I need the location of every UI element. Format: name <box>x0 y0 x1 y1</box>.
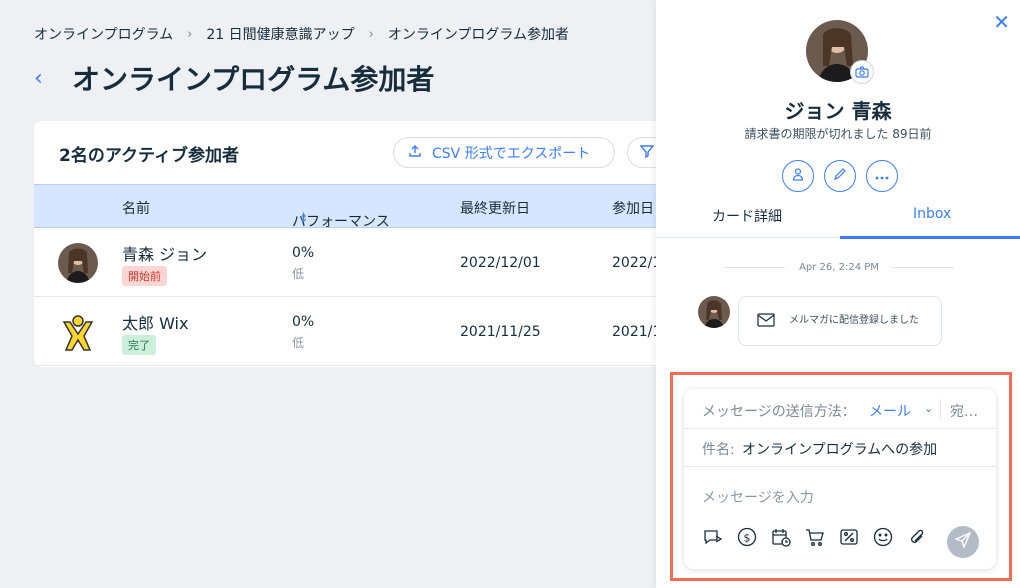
message-composer: メッセージの送信方法： メール ⌄ 宛… 件名: オンラインプログラムへの参加 … <box>684 389 996 569</box>
status-badge: 完了 <box>122 335 156 355</box>
back-arrow-icon[interactable]: ‹ <box>34 66 56 91</box>
chevron-right-icon: › <box>187 26 193 42</box>
person-icon <box>791 167 805 185</box>
export-csv-button[interactable]: CSV 形式でエクスポート <box>393 137 615 168</box>
performance-value: 0% <box>292 314 315 330</box>
joined-date: 2021/1 <box>612 324 656 340</box>
send-icon <box>954 531 972 552</box>
activity-message: メルマガに配信登録しました <box>738 296 942 346</box>
attachment-icon[interactable] <box>906 526 928 548</box>
performance-value: 0% <box>292 245 315 261</box>
participant-name: 青森 ジョン <box>122 245 208 264</box>
breadcrumb-item-program[interactable]: 21 日間健康意識アップ <box>206 24 354 44</box>
card-title: 2名のアクティブ参加者 <box>59 146 239 166</box>
last-updated: 2021/11/25 <box>460 324 541 340</box>
sort-down-icon: ↓ <box>298 211 309 226</box>
breadcrumb-item-current: オンラインプログラム参加者 <box>387 27 570 43</box>
upload-icon <box>408 144 422 162</box>
table-row[interactable]: 太郎 Wix 完了 0% 低 2021/11/25 2021/1 <box>34 297 656 366</box>
camera-icon <box>855 63 869 82</box>
chevron-down-icon[interactable]: ⌄ <box>924 402 933 415</box>
calendar-icon[interactable] <box>770 526 792 548</box>
wix-mascot-avatar <box>58 312 98 352</box>
avatar <box>698 296 730 328</box>
send-button[interactable] <box>947 526 979 558</box>
page-title: オンラインプログラム参加者 <box>72 63 435 96</box>
participants-card: 2名のアクティブ参加者 CSV 形式でエクスポート 名前 パフォーマンス ↓ 最終… <box>34 121 656 367</box>
subject-label: 件名: <box>702 442 735 458</box>
last-updated: 2022/12/01 <box>460 255 541 271</box>
main-area: オンラインプログラム › 21 日間健康意識アップ › オンラインプログラム参加… <box>0 0 656 588</box>
contact-name: ジョン 青森 <box>784 99 892 123</box>
contact-panel: ✕ ジョン 青森 請求書の期限が切れました 89日前 カード詳細 Inbox A… <box>656 0 1020 588</box>
pencil-icon <box>833 167 847 185</box>
contact-status: 請求書の期限が切れました 89日前 <box>744 127 932 141</box>
active-tab-indicator <box>840 236 1020 239</box>
send-method-select[interactable]: メール <box>869 401 911 421</box>
emoji-icon[interactable] <box>872 526 894 548</box>
table-header: 名前 パフォーマンス ↓ 最終更新日 参加日 <box>34 184 656 230</box>
camera-button[interactable] <box>850 60 874 84</box>
subject-field[interactable]: オンラインプログラムへの参加 <box>742 439 937 459</box>
joined-date: 2022/1 <box>612 255 656 271</box>
card-header: 2名のアクティブ参加者 CSV 形式でエクスポート <box>34 121 656 184</box>
svg-text:$: $ <box>744 532 751 545</box>
divider-line <box>724 267 786 268</box>
recipient-field[interactable]: 宛… <box>950 401 978 421</box>
mail-icon <box>757 312 775 331</box>
filter-button[interactable] <box>627 137 656 168</box>
send-method-row: メッセージの送信方法： メール ⌄ 宛… <box>684 389 996 429</box>
participant-name: 太郎 Wix <box>122 314 189 333</box>
cart-icon[interactable] <box>804 526 826 548</box>
title-row: ‹ オンラインプログラム参加者 <box>34 58 434 98</box>
column-header-name[interactable]: 名前 <box>122 198 150 218</box>
coupon-icon[interactable] <box>838 526 860 548</box>
composer-toolbar: $ <box>702 526 928 548</box>
send-method-label: メッセージの送信方法： <box>702 404 856 420</box>
subject-row: 件名: オンラインプログラムへの参加 <box>684 429 996 467</box>
contact-actions <box>782 160 898 192</box>
payment-icon[interactable]: $ <box>736 526 758 548</box>
performance-level: 低 <box>292 267 305 281</box>
message-input[interactable]: メッセージを入力 <box>702 487 814 507</box>
breadcrumb-item-programs[interactable]: オンラインプログラム <box>34 24 173 44</box>
panel-tabs: カード詳細 Inbox <box>656 198 1020 239</box>
performance-level: 低 <box>292 336 305 350</box>
tab-card-details[interactable]: カード詳細 <box>712 206 782 226</box>
divider-line <box>892 267 955 268</box>
divider <box>940 399 941 419</box>
chevron-right-icon: › <box>368 26 374 42</box>
status-badge: 開始前 <box>122 266 167 286</box>
edit-button[interactable] <box>824 160 856 192</box>
share-icon[interactable] <box>702 526 724 548</box>
message-text: メルマガに配信登録しました <box>789 315 919 326</box>
message-timestamp: Apr 26, 2:24 PM <box>799 262 879 273</box>
tab-inbox[interactable]: Inbox <box>913 206 951 222</box>
table-row[interactable]: 青森 ジョン 開始前 0% 低 2022/12/01 2022/1 <box>34 228 656 297</box>
profile-button[interactable] <box>782 160 814 192</box>
avatar <box>58 243 98 283</box>
more-dots-icon <box>875 169 889 184</box>
export-csv-label: CSV 形式でエクスポート <box>432 145 591 162</box>
column-header-joined[interactable]: 参加日 <box>612 198 654 218</box>
timestamp-divider: Apr 26, 2:24 PM <box>724 262 955 273</box>
filter-icon <box>639 144 655 162</box>
column-header-updated[interactable]: 最終更新日 <box>460 198 530 218</box>
close-icon[interactable]: ✕ <box>993 10 1010 34</box>
more-button[interactable] <box>866 160 898 192</box>
breadcrumb: オンラインプログラム › 21 日間健康意識アップ › オンラインプログラム参加… <box>34 24 569 44</box>
